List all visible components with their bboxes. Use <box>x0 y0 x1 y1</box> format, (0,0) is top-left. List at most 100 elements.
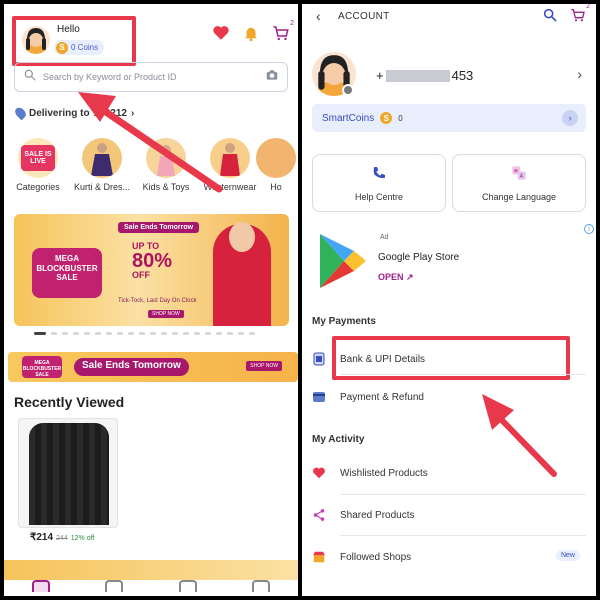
phone-prefix: + <box>376 68 384 83</box>
greeting-text: Hello <box>57 24 80 35</box>
banner-shop-now[interactable]: SHOP NOW <box>148 310 184 318</box>
strip-shop-now[interactable]: SHOP NOW <box>246 361 282 371</box>
ad-open-label: OPEN <box>378 272 404 282</box>
carousel-dot[interactable] <box>238 332 244 335</box>
carousel-dot[interactable] <box>106 332 112 335</box>
avatar[interactable] <box>22 26 50 54</box>
carousel-dot[interactable] <box>95 332 101 335</box>
carousel-dot[interactable] <box>183 332 189 335</box>
product-mrp: 244 <box>56 535 68 542</box>
banner-tagline: Tick-Tock, Last Day On Clock <box>118 298 197 304</box>
cart-icon[interactable]: 2 <box>570 4 590 28</box>
carousel-dot[interactable] <box>84 332 90 335</box>
carousel-dot[interactable] <box>34 332 46 335</box>
payments-header: My Payments <box>312 316 376 327</box>
coin-icon: S <box>380 112 393 124</box>
heart-icon[interactable] <box>212 24 230 42</box>
share-icon <box>312 508 326 522</box>
category-row: SALE IS LIVE Categories Kurti & Dres... … <box>10 138 298 192</box>
bottom-nav <box>4 580 298 596</box>
row-label: Payment & Refund <box>340 391 424 403</box>
product-image <box>29 423 109 525</box>
home-icon[interactable] <box>31 580 50 592</box>
info-icon[interactable]: i <box>584 224 594 234</box>
banner-mega-sale: MEGA BLOCKBUSTER SALE <box>32 248 102 298</box>
bottom-promo-strip <box>4 560 298 580</box>
category-item[interactable]: Westernwear <box>202 138 258 192</box>
play-store-logo[interactable] <box>310 230 372 292</box>
banner-off-word: OFF <box>132 270 150 280</box>
category-item[interactable]: SALE IS LIVE Categories <box>10 138 66 192</box>
product-price: ₹214 <box>30 532 54 543</box>
ad-tag: Ad <box>380 234 389 241</box>
carousel-dot[interactable] <box>117 332 123 335</box>
ad-open-button[interactable]: OPEN ↗ <box>378 272 414 283</box>
carousel-dot[interactable] <box>51 332 57 335</box>
carousel-dot[interactable] <box>139 332 145 335</box>
product-discount: 12% off <box>70 535 95 542</box>
shared-row[interactable]: Shared Products <box>302 496 596 534</box>
coins-pill[interactable]: S 0 Coins <box>54 40 105 55</box>
category-label: Kids & Toys <box>142 182 190 192</box>
header-actions: 2 <box>542 4 590 28</box>
shop-icon <box>312 550 326 564</box>
mall-icon[interactable] <box>178 580 197 592</box>
promo-banner[interactable]: Sale Ends Tomorrow MEGA BLOCKBUSTER SALE… <box>14 214 289 326</box>
product-card[interactable] <box>18 418 118 528</box>
row-label: Followed Shops <box>340 551 412 563</box>
search-bar[interactable]: Search by Keyword or Product ID <box>14 62 288 92</box>
search-input[interactable]: Search by Keyword or Product ID <box>43 72 265 82</box>
wishlist-row[interactable]: Wishlisted Products <box>302 454 596 492</box>
activity-header: My Activity <box>312 434 365 445</box>
carousel-dot[interactable] <box>249 332 255 335</box>
smartcoins-value: 0 <box>398 113 403 123</box>
camera-icon[interactable] <box>342 84 354 96</box>
category-item[interactable]: Ho <box>256 138 296 192</box>
cart-icon[interactable]: 2 <box>272 20 294 42</box>
change-language-tile[interactable]: अA Change Language <box>452 154 586 212</box>
carousel-dot[interactable] <box>205 332 211 335</box>
cart-count-badge: 2 <box>586 4 590 10</box>
phone-call-icon <box>371 165 387 186</box>
carousel-dot[interactable] <box>128 332 134 335</box>
chevron-right-icon: › <box>130 107 135 119</box>
carousel-dot[interactable] <box>73 332 79 335</box>
chevron-right-icon[interactable]: › <box>577 66 582 82</box>
sale-live-badge: SALE IS LIVE <box>21 145 55 171</box>
bell-icon[interactable] <box>242 24 260 42</box>
help-centre-tile[interactable]: Help Centre <box>312 154 446 212</box>
orders-icon[interactable] <box>252 580 271 592</box>
language-icon: अA <box>511 165 527 186</box>
search-icon[interactable] <box>542 7 558 28</box>
back-arrow-icon[interactable]: ‹ <box>316 8 321 24</box>
account-screen: ‹ ACCOUNT 2 + 453 › SmartCoins S 0 › Hel… <box>302 4 596 596</box>
strip-mega-sale: MEGA BLOCKBUSTER SALE <box>22 356 62 378</box>
category-item[interactable]: Kids & Toys <box>138 138 194 192</box>
search-icon <box>23 68 37 87</box>
followed-shops-row[interactable]: Followed Shops New <box>302 538 596 576</box>
product-price-row: ₹214 244 12% off <box>30 532 94 543</box>
carousel-dot[interactable] <box>216 332 222 335</box>
phone-number: + 453 <box>376 68 473 83</box>
carousel-dot[interactable] <box>150 332 156 335</box>
payment-refund-row[interactable]: Payment & Refund <box>302 378 596 416</box>
carousel-dot[interactable] <box>227 332 233 335</box>
location-pin-icon <box>13 105 28 121</box>
smartcoins-label: SmartCoins <box>322 112 375 124</box>
carousel-dot[interactable] <box>62 332 68 335</box>
carousel-dot[interactable] <box>172 332 178 335</box>
category-item[interactable]: Kurti & Dres... <box>74 138 130 192</box>
cart-count-badge: 2 <box>290 20 294 27</box>
profile-greeting-highlight[interactable]: Hello S 0 Coins <box>12 16 136 66</box>
smartcoins-card[interactable]: SmartCoins S 0 › <box>312 104 586 132</box>
carousel-dot[interactable] <box>194 332 200 335</box>
categories-icon[interactable] <box>105 580 124 592</box>
camera-icon[interactable] <box>265 68 279 87</box>
delivery-location[interactable]: Delivering to 173212 › <box>13 105 135 121</box>
carousel-dot[interactable] <box>161 332 167 335</box>
external-link-icon: ↗ <box>406 272 414 282</box>
divider <box>340 374 586 375</box>
sale-strip-banner[interactable]: MEGA BLOCKBUSTER SALE Sale Ends Tomorrow… <box>8 352 298 382</box>
deliver-prefix: Delivering to <box>29 107 90 119</box>
new-badge: New <box>555 550 580 561</box>
